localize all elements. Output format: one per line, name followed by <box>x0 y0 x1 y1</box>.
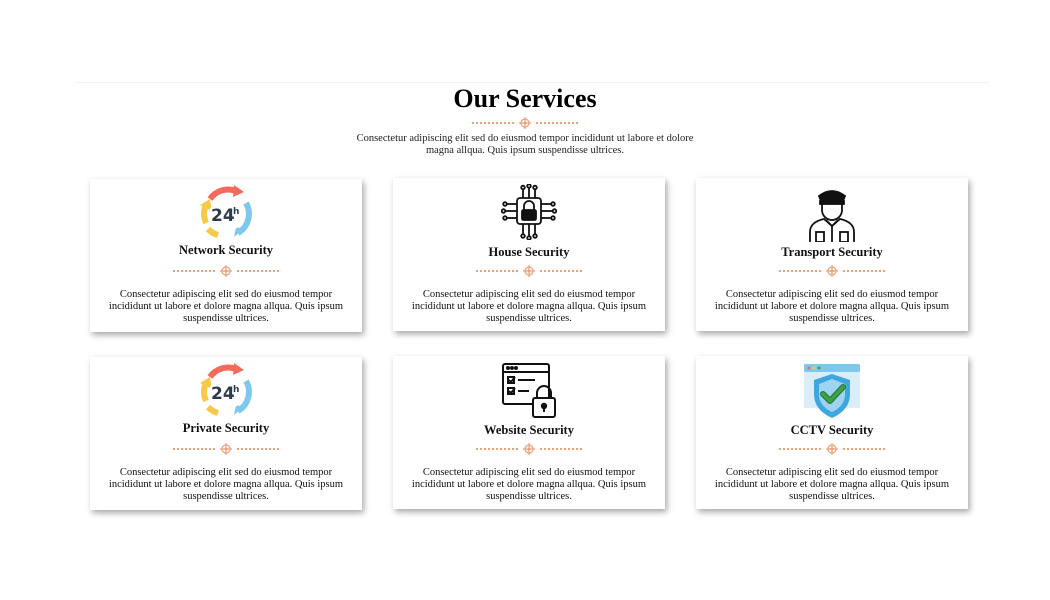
service-description: Consectetur adipiscing elit sed do eiusm… <box>714 467 950 502</box>
card-divider <box>393 264 665 278</box>
crosshair-icon <box>523 265 535 277</box>
service-card-private-security[interactable]: 24 h Private Security Consectetur adipis… <box>90 357 362 510</box>
svg-text:h: h <box>233 207 239 217</box>
service-description: Consectetur adipiscing elit sed do eiusm… <box>108 289 344 324</box>
divider-dots-left <box>476 448 518 450</box>
service-name: Private Security <box>182 421 270 435</box>
service-name: Network Security <box>178 243 274 257</box>
crosshair-icon <box>220 265 232 277</box>
section-subtitle: Consectetur adipiscing elit sed do eiusm… <box>356 133 694 156</box>
divider-dots-right <box>843 270 885 272</box>
service-card-transport-security[interactable]: Transport Security Consectetur adipiscin… <box>696 178 968 331</box>
svg-text:24: 24 <box>211 206 235 226</box>
divider-dots-right <box>540 448 582 450</box>
service-description: Consectetur adipiscing elit sed do eiusm… <box>108 467 344 502</box>
svg-text:h: h <box>233 385 239 395</box>
title-divider <box>0 116 1050 130</box>
divider-dots-left <box>472 122 514 124</box>
security-guard-icon <box>696 184 968 244</box>
crosshair-icon <box>519 117 531 129</box>
divider-dots-left <box>173 270 215 272</box>
divider-dots-right <box>843 448 885 450</box>
website-lock-icon <box>393 362 665 422</box>
service-card-cctv-security[interactable]: CCTV Security Consectetur adipiscing eli… <box>696 356 968 509</box>
card-divider <box>696 442 968 456</box>
crosshair-icon <box>523 443 535 455</box>
crosshair-icon <box>826 265 838 277</box>
divider-dots-right <box>237 448 279 450</box>
service-card-house-security[interactable]: House Security Consectetur adipiscing el… <box>393 178 665 331</box>
24h-support-icon: 24 h <box>90 363 362 423</box>
crosshair-icon <box>220 443 232 455</box>
circuit-lock-icon <box>393 184 665 244</box>
divider-dots-right <box>536 122 578 124</box>
crosshair-icon <box>826 443 838 455</box>
card-divider <box>90 264 362 278</box>
service-description: Consectetur adipiscing elit sed do eiusm… <box>714 289 950 324</box>
divider-dots-left <box>173 448 215 450</box>
svg-text:24: 24 <box>211 384 235 404</box>
divider-dots-right <box>540 270 582 272</box>
card-divider <box>696 264 968 278</box>
card-divider <box>90 442 362 456</box>
section-header: Our Services Consectetur adipiscing elit… <box>0 84 1050 157</box>
section-top-rule <box>75 82 990 83</box>
divider-dots-left <box>779 270 821 272</box>
divider-dots-left <box>476 270 518 272</box>
service-description: Consectetur adipiscing elit sed do eiusm… <box>411 289 647 324</box>
divider-dots-right <box>237 270 279 272</box>
service-name: CCTV Security <box>790 423 874 437</box>
service-card-website-security[interactable]: Website Security Consectetur adipiscing … <box>393 356 665 509</box>
service-description: Consectetur adipiscing elit sed do eiusm… <box>411 467 647 502</box>
service-name: Transport Security <box>781 245 883 259</box>
service-name: Website Security <box>484 423 574 437</box>
service-card-network-security[interactable]: 24 h Network Security Consectetur adipis… <box>90 179 362 332</box>
card-divider <box>393 442 665 456</box>
24h-support-icon: 24 h <box>90 185 362 245</box>
divider-dots-left <box>779 448 821 450</box>
shield-check-icon <box>696 362 968 422</box>
service-name: House Security <box>488 245 570 259</box>
section-title: Our Services <box>453 84 597 113</box>
